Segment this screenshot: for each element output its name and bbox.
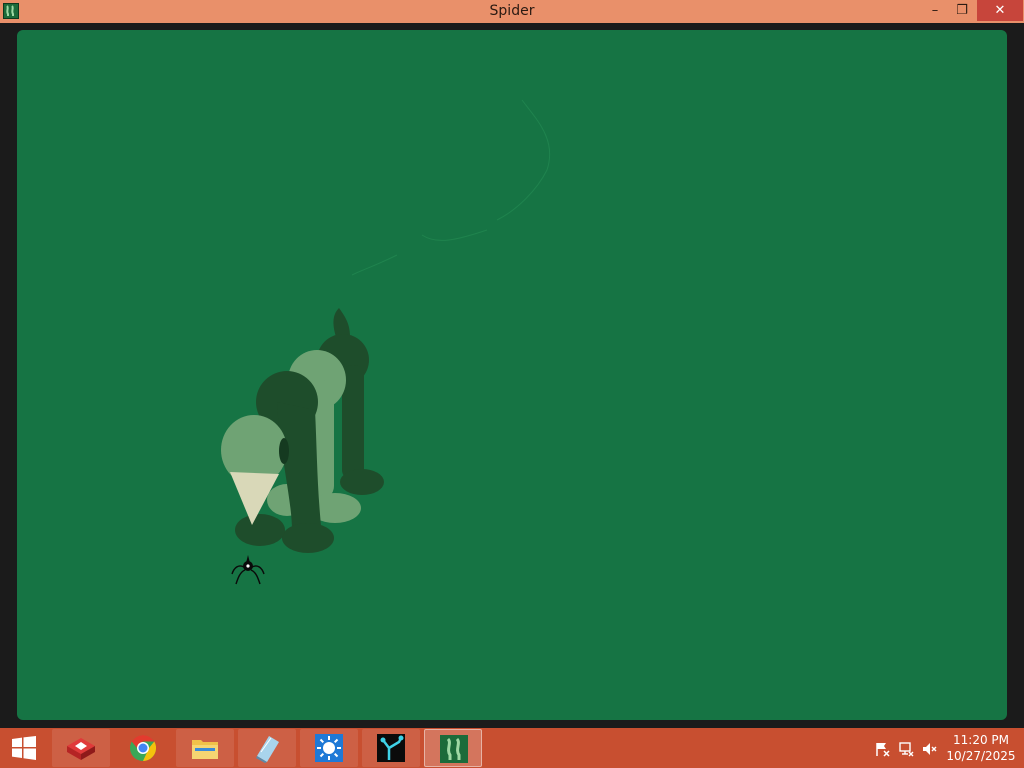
minimize-button[interactable]: – <box>921 0 949 21</box>
close-button[interactable]: ✕ <box>977 0 1023 21</box>
restore-button[interactable]: ❐ <box>949 0 975 21</box>
cyan-branch-app-icon[interactable] <box>362 729 420 767</box>
network-icon[interactable] <box>898 741 914 757</box>
game-canvas[interactable] <box>17 30 1007 720</box>
creature-back-foot <box>340 469 384 495</box>
file-explorer-icon[interactable] <box>176 729 234 767</box>
red-isometric-app-icon[interactable] <box>52 729 110 767</box>
spider-app-icon[interactable] <box>424 729 482 767</box>
taskbar: 11:20 PM 10/27/2025 <box>0 728 1024 768</box>
notepad-app-icon[interactable] <box>238 729 296 767</box>
system-clock[interactable]: 11:20 PM 10/27/2025 <box>945 732 1017 764</box>
app-window: Spider – ❐ ✕ <box>0 0 1024 728</box>
windows-logo-icon[interactable] <box>8 736 40 760</box>
title-bar[interactable]: Spider – ❐ ✕ <box>0 0 1024 23</box>
creature-eye <box>279 438 289 464</box>
volume-muted-icon[interactable] <box>921 741 937 757</box>
clock-date: 10/27/2025 <box>946 749 1016 763</box>
creature-front-foot <box>282 523 334 553</box>
blue-sun-app-icon[interactable] <box>300 729 358 767</box>
window-title: Spider <box>489 3 535 19</box>
clock-time: 11:20 PM <box>953 733 1009 747</box>
spider-icon[interactable] <box>231 555 265 585</box>
game-scene <box>221 99 551 585</box>
chrome-browser-icon[interactable] <box>114 729 172 767</box>
green-elephant-creature <box>221 308 384 553</box>
web-trail <box>351 99 551 276</box>
creature-front-foot-left <box>235 514 285 546</box>
action-center-flag-icon[interactable] <box>874 741 890 757</box>
